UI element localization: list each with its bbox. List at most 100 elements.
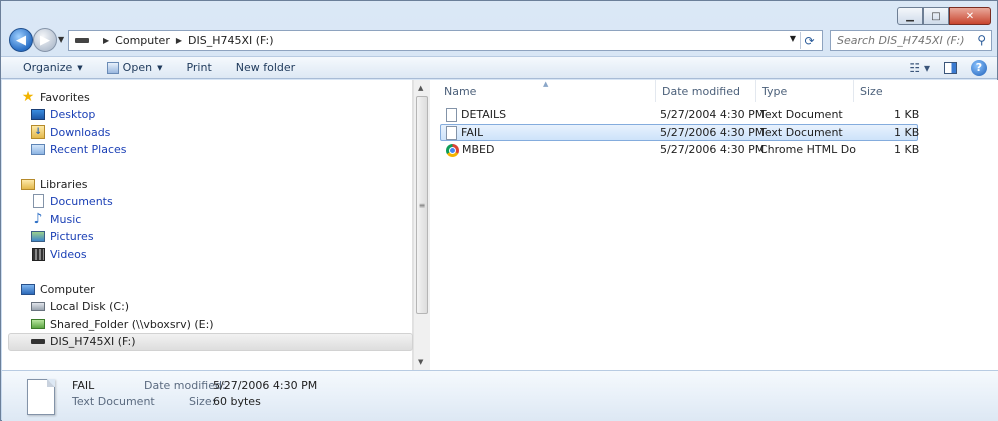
network-drive-icon — [31, 319, 45, 329]
drive-icon — [75, 38, 89, 43]
breadcrumb-drive[interactable]: DIS_H745XI (F:) — [188, 34, 274, 47]
sidebar-item-label: Desktop — [50, 107, 96, 121]
sidebar-item-videos[interactable]: Videos — [31, 247, 87, 261]
file-type: Text Document — [760, 126, 843, 139]
title-bar: ▁ □ ✕ — [1, 1, 997, 27]
search-input[interactable] — [837, 34, 967, 47]
column-header-type[interactable]: Type — [756, 80, 854, 102]
sidebar-group-computer[interactable]: Computer — [21, 282, 95, 296]
text-file-icon — [446, 108, 457, 122]
file-name: DETAILS — [461, 108, 507, 121]
sidebar-item-documents[interactable]: Documents — [31, 194, 113, 208]
sidebar-item-label: Recent Places — [50, 142, 127, 156]
sidebar-item-desktop[interactable]: Desktop — [31, 107, 95, 121]
scrollbar-thumb[interactable]: ≡ — [416, 96, 428, 314]
file-name-cell: DETAILS — [446, 108, 506, 122]
sidebar-item-pictures[interactable]: Pictures — [31, 229, 94, 243]
file-row[interactable]: MBED 5/27/2006 4:30 PM Chrome HTML Do...… — [440, 142, 920, 159]
sidebar-group-favorites[interactable]: ★ Favorites — [21, 89, 90, 105]
navigation-scrollbar[interactable]: ▲ ≡ ▼ — [413, 80, 430, 370]
print-button[interactable]: Print — [172, 57, 221, 78]
search-box[interactable]: ⚲ — [830, 30, 992, 51]
sidebar-group-label: Computer — [40, 282, 95, 296]
chevron-down-icon: ▼ — [77, 63, 83, 72]
sidebar-item-label: Music — [50, 212, 82, 226]
breadcrumb-computer[interactable]: Computer — [115, 34, 170, 47]
toolbar-right: ☷ ▾ ? — [909, 57, 987, 78]
refresh-icon[interactable]: ⟳ — [800, 32, 818, 49]
hard-disk-icon — [31, 301, 45, 311]
file-row[interactable]: DETAILS 5/27/2004 4:30 PM Text Document … — [440, 107, 920, 124]
pictures-icon — [31, 230, 45, 242]
file-date: 5/27/2006 4:30 PM — [660, 143, 765, 156]
file-row-selected[interactable]: FAIL 5/27/2006 4:30 PM Text Document 1 K… — [440, 124, 920, 141]
preview-pane-icon[interactable] — [944, 61, 957, 74]
organize-button[interactable]: Organize ▼ — [1, 57, 93, 78]
column-header-date[interactable]: Date modified — [656, 80, 756, 102]
downloads-icon: ↓ — [31, 125, 45, 139]
desktop-icon — [31, 108, 45, 120]
details-file-type: Text Document — [72, 395, 155, 408]
music-icon: ♪ — [33, 211, 43, 227]
address-dropdown-icon[interactable]: ▼ — [790, 34, 796, 43]
open-label: Open — [122, 61, 153, 74]
recent-pages-dropdown[interactable]: ▼ — [58, 35, 64, 44]
file-type: Chrome HTML Do... — [760, 143, 856, 156]
open-icon — [106, 61, 119, 74]
minimize-button[interactable]: ▁ — [897, 7, 923, 25]
change-view-icon[interactable]: ☷ ▾ — [909, 61, 930, 75]
search-icon[interactable]: ⚲ — [977, 33, 986, 47]
file-type: Text Document — [760, 108, 843, 121]
column-header-size[interactable]: Size — [854, 80, 924, 102]
sidebar-item-label: Pictures — [50, 229, 94, 243]
explorer-window: ▁ □ ✕ ◀ ▶ ▼ ▶ Computer ▶ DIS_H745XI (F:)… — [0, 0, 998, 421]
sidebar-item-dis-drive[interactable]: DIS_H745XI (F:) — [31, 334, 136, 348]
forward-button[interactable]: ▶ — [33, 28, 57, 52]
scroll-up-icon[interactable]: ▲ — [418, 84, 423, 92]
sidebar-item-local-disk[interactable]: Local Disk (C:) — [31, 299, 129, 313]
file-size: 1 KB — [894, 108, 920, 121]
file-date: 5/27/2006 4:30 PM — [660, 126, 765, 139]
caption-buttons: ▁ □ ✕ — [897, 7, 991, 25]
removable-drive-icon — [31, 338, 45, 344]
help-icon[interactable]: ? — [971, 59, 987, 76]
chevron-down-icon: ▼ — [157, 63, 163, 72]
documents-icon — [32, 194, 44, 208]
file-list-pane: Name ▲ Date modified Type Size DETAILS 5… — [430, 80, 998, 370]
sidebar-item-music[interactable]: ♪ Music — [31, 211, 82, 227]
file-name: FAIL — [461, 126, 484, 139]
sidebar-item-recent-places[interactable]: Recent Places — [31, 142, 127, 156]
sidebar-item-label: Local Disk (C:) — [50, 299, 130, 313]
file-size: 1 KB — [894, 126, 920, 139]
libraries-icon — [21, 178, 35, 190]
file-name-cell: FAIL — [446, 126, 483, 140]
sidebar-item-downloads[interactable]: ↓ Downloads — [31, 125, 110, 139]
breadcrumb-arrow-icon[interactable]: ▶ — [103, 36, 109, 45]
chrome-icon — [446, 143, 459, 157]
new-folder-button[interactable]: New folder — [222, 57, 305, 78]
details-file-name: FAIL — [72, 379, 95, 392]
breadcrumb-arrow-icon[interactable]: ▶ — [176, 36, 182, 45]
scroll-down-icon[interactable]: ▼ — [418, 358, 423, 366]
details-pane: FAIL Text Document Date modified: 5/27/2… — [2, 370, 998, 421]
open-button[interactable]: Open ▼ — [93, 57, 173, 78]
sidebar-group-libraries[interactable]: Libraries — [21, 177, 88, 191]
file-size: 1 KB — [894, 143, 920, 156]
sidebar-group-label: Libraries — [40, 177, 88, 191]
back-button[interactable]: ◀ — [9, 28, 33, 52]
command-bar: Organize ▼ Open ▼ Print New folder ☷ ▾ ? — [1, 56, 997, 79]
file-name-cell: MBED — [446, 143, 494, 157]
close-button[interactable]: ✕ — [949, 7, 991, 25]
details-size-value: 60 bytes — [213, 395, 261, 408]
sidebar-item-label: Documents — [50, 194, 113, 208]
details-size-label: Size: — [189, 395, 216, 408]
sidebar-item-shared-folder[interactable]: Shared_Folder (\\vboxsrv) (E:) — [31, 317, 214, 331]
sidebar-group-label: Favorites — [40, 90, 90, 104]
sidebar-item-label: Shared_Folder (\\vboxsrv) (E:) — [50, 317, 214, 331]
sidebar-item-label: Videos — [50, 247, 87, 261]
maximize-button[interactable]: □ — [923, 7, 949, 25]
videos-icon — [31, 247, 45, 261]
address-bar[interactable]: ▶ Computer ▶ DIS_H745XI (F:) ▼ ⟳ — [68, 30, 823, 51]
text-file-icon — [446, 126, 457, 140]
sort-ascending-icon: ▲ — [543, 80, 549, 88]
